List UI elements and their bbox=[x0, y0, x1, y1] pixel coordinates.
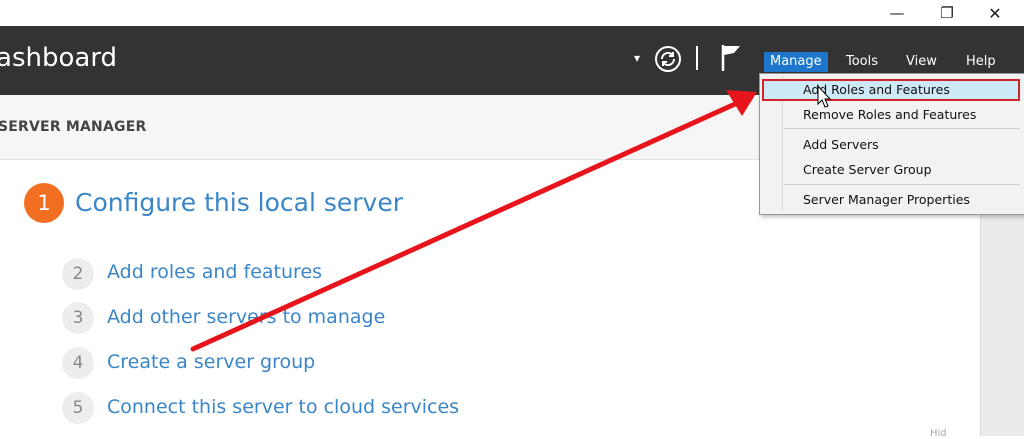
manage-dropdown: Add Roles and Features Remove Roles and … bbox=[759, 73, 1024, 215]
title-bar: — ❐ ✕ bbox=[0, 0, 1024, 26]
step-badge-main: 1 bbox=[24, 183, 64, 223]
menu-item-label: Add Servers bbox=[803, 137, 879, 152]
menu-item-add-servers[interactable]: Add Servers bbox=[762, 134, 1020, 156]
menu-separator bbox=[784, 128, 1020, 129]
add-servers-link[interactable]: Add other servers to manage bbox=[107, 306, 385, 328]
menu-item-create-group[interactable]: Create Server Group bbox=[762, 159, 1020, 181]
menu-tools[interactable]: Tools bbox=[840, 52, 884, 72]
page-title: Dashboard bbox=[0, 43, 118, 73]
step-badge: 2 bbox=[62, 258, 94, 290]
step-badge: 3 bbox=[62, 302, 94, 334]
minimize-button[interactable]: — bbox=[874, 0, 920, 26]
menu-item-label: Create Server Group bbox=[803, 162, 932, 177]
menu-manage[interactable]: Manage bbox=[764, 52, 828, 72]
refresh-icon[interactable] bbox=[654, 45, 682, 73]
create-server-group-link[interactable]: Create a server group bbox=[107, 351, 315, 373]
restore-button[interactable]: ❐ bbox=[924, 0, 970, 26]
menu-item-properties[interactable]: Server Manager Properties bbox=[762, 189, 1020, 211]
menu-item-label: Remove Roles and Features bbox=[803, 107, 977, 122]
header-separator bbox=[696, 46, 698, 70]
menu-item-label: Server Manager Properties bbox=[803, 192, 970, 207]
menu-item-label: Add Roles and Features bbox=[803, 82, 950, 97]
menu-item-add-roles[interactable]: Add Roles and Features bbox=[762, 79, 1020, 101]
flag-icon[interactable] bbox=[720, 43, 742, 73]
configure-local-server-link[interactable]: Configure this local server bbox=[75, 188, 403, 217]
section-label: SERVER MANAGER bbox=[0, 119, 147, 135]
menu-view[interactable]: View bbox=[900, 52, 943, 72]
step-badge: 5 bbox=[62, 392, 94, 424]
hide-link[interactable]: Hid bbox=[930, 428, 947, 439]
connect-cloud-link[interactable]: Connect this server to cloud services bbox=[107, 396, 459, 418]
menu-help[interactable]: Help bbox=[960, 52, 1002, 72]
menu-separator bbox=[784, 184, 1020, 185]
close-button[interactable]: ✕ bbox=[972, 0, 1018, 26]
menu-item-remove-roles[interactable]: Remove Roles and Features bbox=[762, 104, 1020, 126]
step-badge: 4 bbox=[62, 347, 94, 379]
add-roles-link[interactable]: Add roles and features bbox=[107, 261, 322, 283]
chevron-down-icon[interactable]: ▾ bbox=[634, 51, 640, 65]
